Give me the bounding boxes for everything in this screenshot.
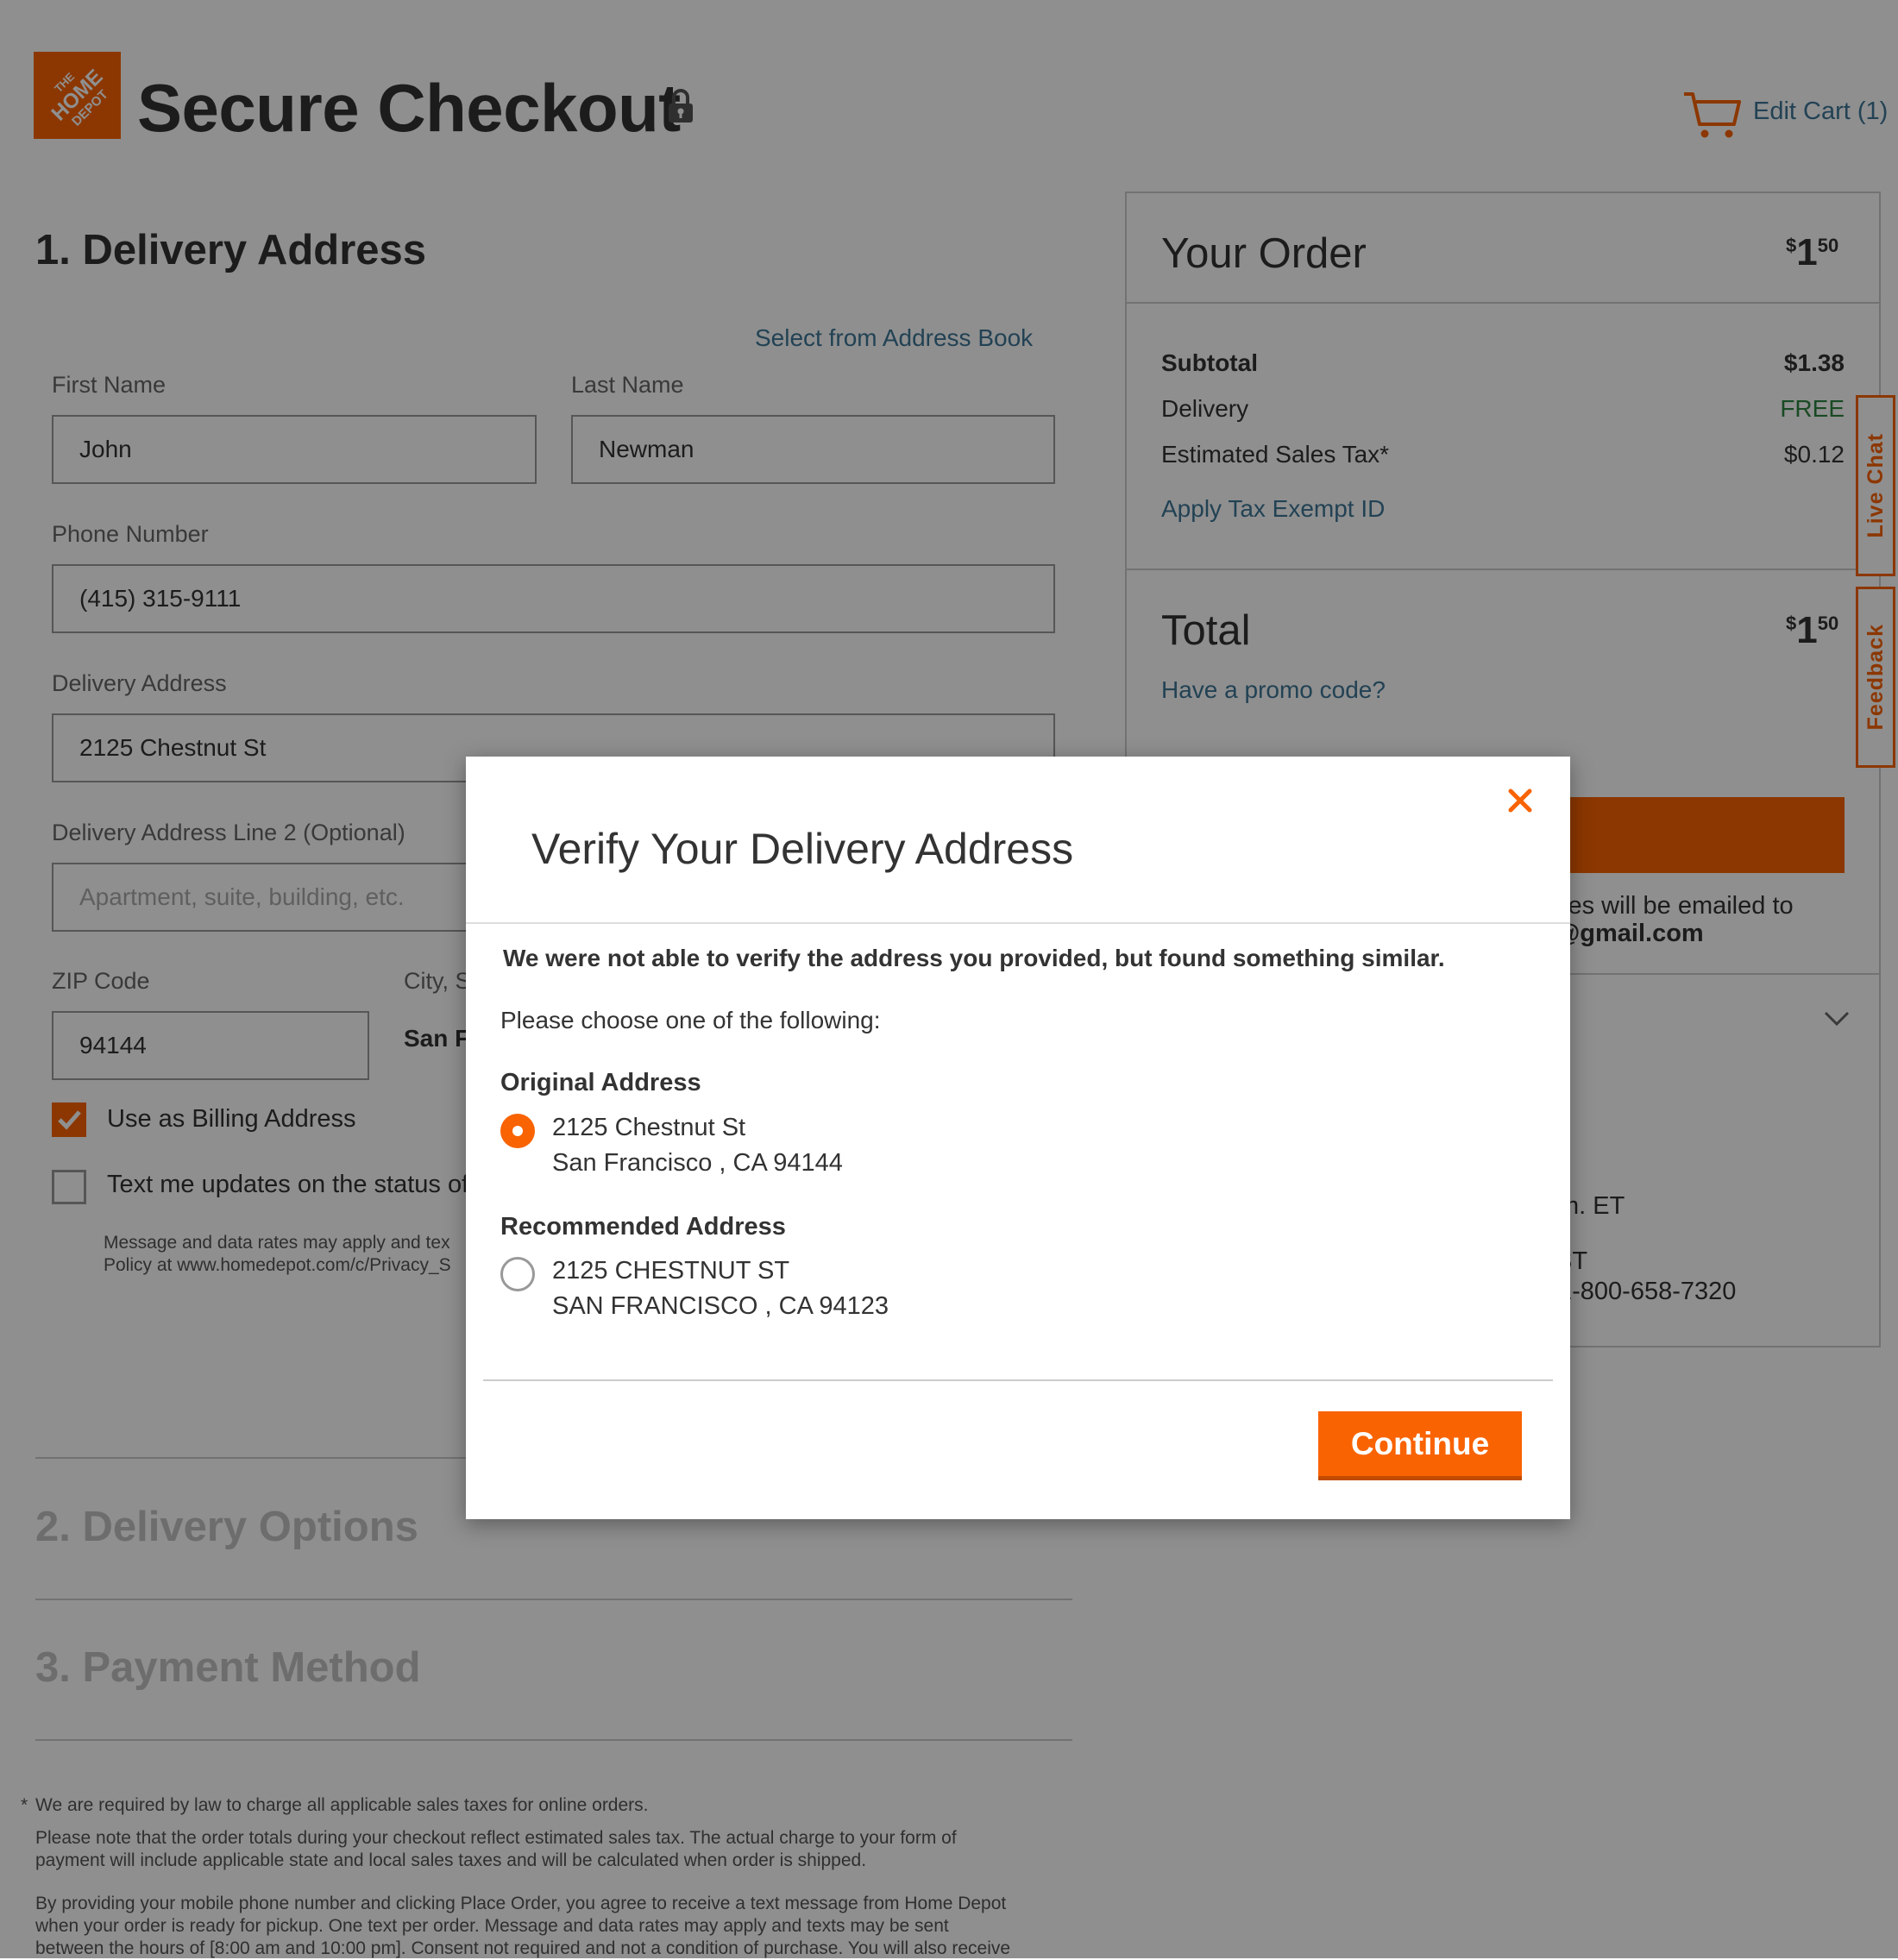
original-address-radio[interactable] — [500, 1114, 535, 1148]
close-icon[interactable] — [1507, 788, 1533, 818]
original-address-line2: San Francisco , CA 94144 — [552, 1149, 843, 1177]
recommended-address-option[interactable]: 2125 CHESTNUT ST SAN FRANCISCO , CA 9412… — [552, 1253, 889, 1324]
recommended-address-heading: Recommended Address — [500, 1213, 786, 1241]
modal-footer-divider — [483, 1379, 1553, 1381]
continue-button[interactable]: Continue — [1318, 1411, 1522, 1480]
modal-divider — [466, 922, 1570, 924]
original-address-heading: Original Address — [500, 1069, 701, 1096]
choose-instruction: Please choose one of the following: — [500, 1007, 881, 1033]
recommended-address-radio[interactable] — [500, 1257, 535, 1291]
recommended-address-line2: SAN FRANCISCO , CA 94123 — [552, 1292, 889, 1320]
recommended-address-line1: 2125 CHESTNUT ST — [552, 1257, 790, 1285]
original-address-line1: 2125 Chestnut St — [552, 1114, 746, 1141]
verification-warning: We were not able to verify the address y… — [503, 945, 1445, 971]
modal-title: Verify Your Delivery Address — [531, 825, 1074, 873]
original-address-option[interactable]: 2125 Chestnut St San Francisco , CA 9414… — [552, 1110, 843, 1181]
verify-address-modal: Verify Your Delivery Address We were not… — [466, 757, 1570, 1519]
